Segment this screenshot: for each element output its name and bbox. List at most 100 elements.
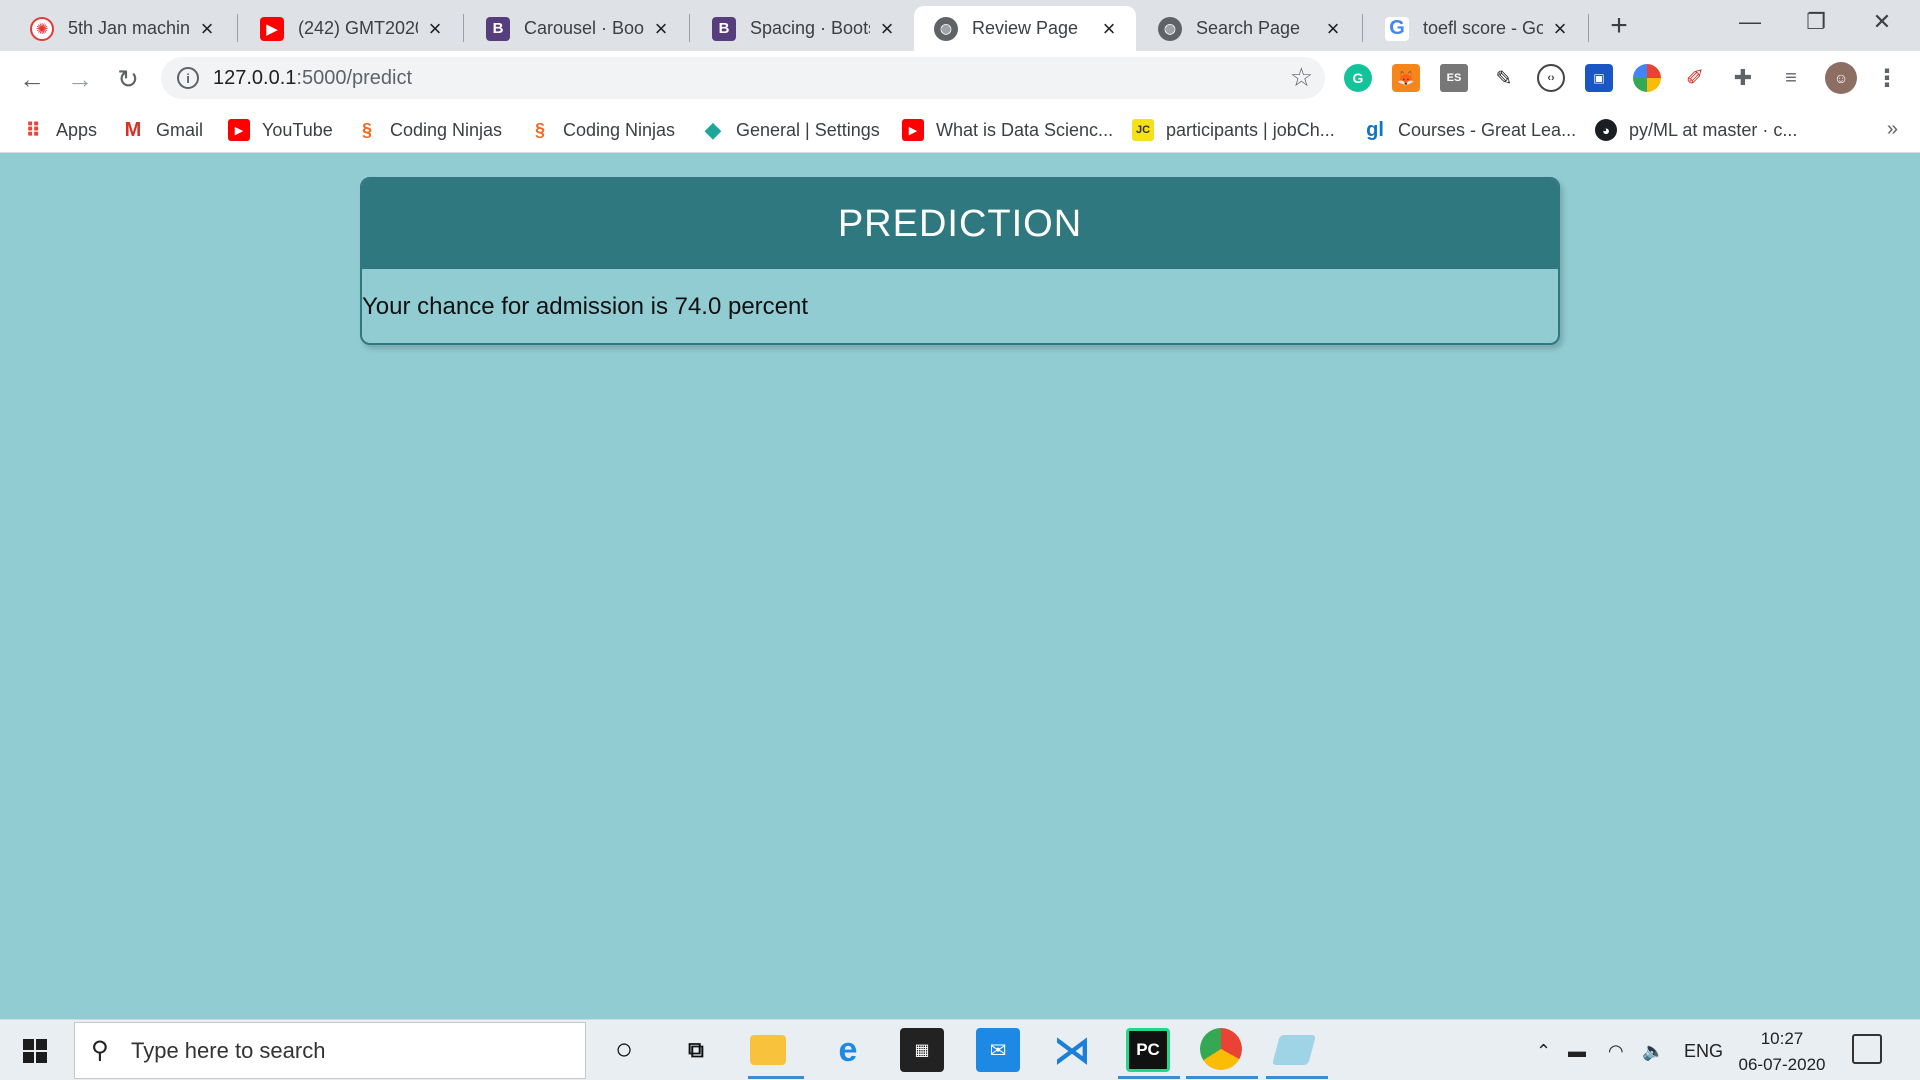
screen-icon[interactable]: ▣ bbox=[1585, 64, 1613, 92]
close-window-button[interactable]: ✕ bbox=[1852, 0, 1912, 44]
bookmark-label: General | Settings bbox=[736, 119, 880, 140]
tab-search-page[interactable]: ◍ Search Page × bbox=[1138, 6, 1360, 51]
info-icon[interactable]: i bbox=[177, 67, 199, 89]
browser-toolbar: ← → ↻ i 127.0.0.1:5000/predict ☆ G 🦊 ES … bbox=[0, 51, 1920, 106]
close-icon[interactable]: × bbox=[650, 16, 672, 41]
bookmark-star-icon[interactable]: ☆ bbox=[1290, 62, 1313, 93]
youtube-icon: ▶ bbox=[902, 119, 924, 141]
bookmark-label: participants | jobCh... bbox=[1166, 119, 1335, 140]
bookmark-label: Apps bbox=[56, 119, 98, 140]
metamask-icon[interactable]: 🦊 bbox=[1392, 64, 1420, 92]
google-icon: G bbox=[1385, 16, 1409, 41]
new-tab-button[interactable]: + bbox=[1603, 9, 1635, 42]
close-icon[interactable]: × bbox=[196, 16, 218, 41]
app-running-indicator bbox=[748, 1076, 804, 1079]
tab-title: Review Page bbox=[972, 18, 1079, 38]
forward-button[interactable]: → bbox=[62, 61, 98, 97]
url-path: :5000/predict bbox=[296, 67, 413, 89]
bookmark-label: What is Data Scienc... bbox=[936, 119, 1114, 140]
pen-icon[interactable]: ✐ bbox=[1681, 64, 1709, 92]
cortana-icon[interactable]: ○ bbox=[602, 1028, 646, 1072]
restore-button[interactable]: ❐ bbox=[1786, 0, 1846, 44]
language-indicator[interactable]: ENG bbox=[1684, 1036, 1723, 1066]
back-button[interactable]: ← bbox=[14, 61, 50, 97]
show-hidden-icons-icon[interactable]: ⌃ bbox=[1536, 1036, 1551, 1066]
tab-strip: ✺ 5th Jan machine × ▶ (242) GMT2020( × B… bbox=[0, 0, 1920, 51]
pycharm-icon[interactable]: PC bbox=[1126, 1028, 1170, 1072]
bookmark-great-learning[interactable]: gl Courses - Great Lea... bbox=[1364, 117, 1576, 143]
bookmark-label: Courses - Great Lea... bbox=[1398, 119, 1577, 140]
prediction-result: Your chance for admission is 74.0 percen… bbox=[362, 293, 809, 320]
store-icon[interactable]: ▦ bbox=[900, 1028, 944, 1072]
battery-icon[interactable]: ▬ bbox=[1568, 1036, 1586, 1066]
great-learning-icon: gl bbox=[1366, 118, 1384, 141]
wifi-icon[interactable]: ◠ bbox=[1608, 1036, 1624, 1066]
tab-review-page[interactable]: ◍ Review Page × bbox=[914, 6, 1136, 51]
taskbar-search-box[interactable]: ⚲ Type here to search bbox=[74, 1022, 586, 1079]
start-button[interactable] bbox=[10, 1030, 60, 1072]
more-bookmarks-icon[interactable]: » bbox=[1887, 118, 1898, 141]
vscode-icon[interactable]: ⋊ bbox=[1050, 1028, 1094, 1072]
tab-webinar[interactable]: ✺ 5th Jan machine × bbox=[10, 6, 234, 51]
reload-button[interactable]: ↻ bbox=[110, 61, 146, 97]
bookmarks-bar: ⠿ Apps M Gmail ▶ YouTube § Coding Ninjas… bbox=[0, 106, 1920, 153]
globe-icon: ◍ bbox=[934, 16, 958, 41]
task-view-icon[interactable]: ⧉ bbox=[674, 1028, 718, 1072]
bookmark-general-settings[interactable]: ◆ General | Settings bbox=[702, 117, 880, 143]
minimize-button[interactable]: — bbox=[1720, 0, 1780, 44]
address-bar[interactable]: i 127.0.0.1:5000/predict ☆ bbox=[161, 57, 1325, 99]
tab-spacing[interactable]: B Spacing · Bootst × bbox=[692, 6, 914, 51]
playlist-icon[interactable]: ≡ bbox=[1777, 64, 1805, 92]
bookmark-coding-ninjas[interactable]: § Coding Ninjas bbox=[356, 117, 502, 143]
bookmark-gmail[interactable]: M Gmail bbox=[122, 117, 203, 143]
chrome-icon[interactable] bbox=[1200, 1028, 1242, 1070]
puzzle-icon[interactable]: ✚ bbox=[1729, 64, 1757, 92]
system-clock[interactable]: 10:27 06-07-2020 bbox=[1730, 1026, 1834, 1078]
bookmark-label: Coding Ninjas bbox=[563, 119, 676, 140]
tab-separator bbox=[237, 14, 238, 42]
chrome-colors-icon[interactable] bbox=[1633, 64, 1661, 92]
close-icon[interactable]: × bbox=[1549, 16, 1571, 41]
notifications-icon[interactable] bbox=[1852, 1034, 1882, 1064]
bookmark-coding-ninjas[interactable]: § Coding Ninjas bbox=[529, 117, 675, 143]
prediction-heading: PREDICTION bbox=[362, 179, 1558, 269]
windows-logo-icon bbox=[23, 1039, 47, 1063]
tab-title: Search Page bbox=[1196, 18, 1301, 38]
search-placeholder: Type here to search bbox=[131, 1037, 326, 1063]
es-icon[interactable]: ES bbox=[1440, 64, 1468, 92]
bookmark-participants[interactable]: JC participants | jobCh... bbox=[1132, 117, 1335, 143]
coding-ninjas-icon: § bbox=[361, 119, 372, 140]
menu-icon[interactable]: ⋮ bbox=[1873, 64, 1901, 92]
tab-youtube[interactable]: ▶ (242) GMT2020( × bbox=[240, 6, 462, 51]
diamond-icon: ◆ bbox=[704, 117, 722, 142]
tab-title: toefl score - Goo bbox=[1423, 18, 1543, 38]
bookmark-label: py/ML at master · c... bbox=[1629, 119, 1798, 140]
grammarly-icon[interactable]: G bbox=[1344, 64, 1372, 92]
bookmark-github[interactable]: ◕ py/ML at master · c... bbox=[1595, 117, 1797, 143]
youtube-icon: ▶ bbox=[260, 16, 284, 41]
prediction-card: PREDICTION Your chance for admission is … bbox=[360, 177, 1560, 345]
bookmark-data-science[interactable]: ▶ What is Data Scienc... bbox=[902, 117, 1113, 143]
close-icon[interactable]: × bbox=[1322, 16, 1344, 41]
code-icon[interactable]: ‹› bbox=[1537, 64, 1565, 92]
close-icon[interactable]: × bbox=[1098, 16, 1120, 41]
close-icon[interactable]: × bbox=[424, 16, 446, 41]
tab-separator bbox=[689, 14, 690, 42]
tab-carousel[interactable]: B Carousel · Boots × bbox=[466, 6, 688, 51]
tab-title: Carousel · Boots bbox=[524, 18, 644, 38]
file-explorer-icon[interactable] bbox=[750, 1035, 786, 1065]
bootstrap-icon: B bbox=[486, 16, 510, 41]
bookmark-youtube[interactable]: ▶ YouTube bbox=[228, 117, 333, 143]
eyedropper-icon[interactable]: ✎ bbox=[1490, 64, 1518, 92]
tab-separator bbox=[1362, 14, 1363, 42]
clock-time: 10:27 bbox=[1760, 1029, 1804, 1048]
volume-icon[interactable]: 🔈 bbox=[1642, 1036, 1664, 1066]
edge-icon[interactable]: e bbox=[826, 1028, 870, 1072]
bookmark-apps[interactable]: ⠿ Apps bbox=[22, 117, 97, 143]
notepad-icon[interactable] bbox=[1271, 1035, 1317, 1065]
profile-avatar-icon[interactable]: ☺ bbox=[1825, 62, 1857, 94]
mail-icon[interactable]: ✉ bbox=[976, 1028, 1020, 1072]
close-icon[interactable]: × bbox=[876, 16, 898, 41]
tab-toefl[interactable]: G toefl score - Goo × bbox=[1365, 6, 1587, 51]
clock-date: 06-07-2020 bbox=[1738, 1055, 1826, 1074]
